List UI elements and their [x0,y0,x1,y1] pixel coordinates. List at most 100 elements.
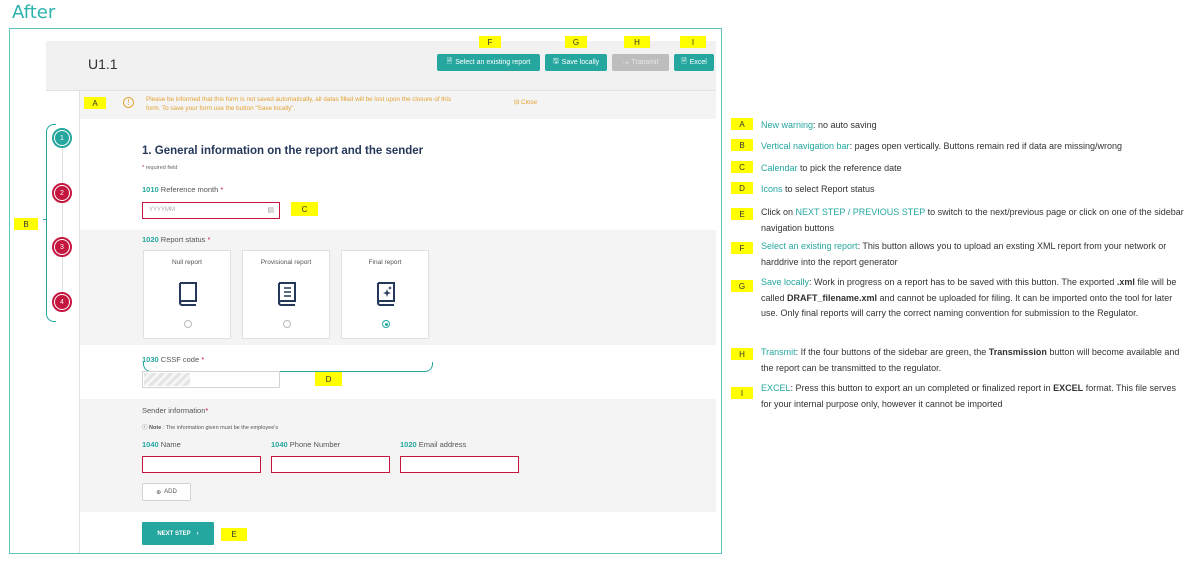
sender-email-input[interactable] [400,456,519,473]
legend-rest: : If the four buttons of the sidebar are… [795,347,989,357]
reference-month-placeholder: YYYYMM [149,207,176,213]
nav-step-3[interactable]: 3 [52,237,72,257]
report-status-label: 1020 Report status * [142,235,210,244]
book-icon [179,282,197,306]
form-header: U1.1 🗎 Select an existing report 🖫 Save … [46,41,716,91]
info-icon: ⓘ [142,425,150,431]
sender-title: Sender information* [142,406,208,415]
field-code: 1010 [142,185,159,194]
annotation-tag-e: E [221,528,247,541]
legend-tag: G [731,280,753,292]
legend-bold: Transmission [988,347,1047,357]
calendar-icon[interactable]: ▤ [267,206,274,214]
warning-banner: ! Please be informed that this form is n… [80,91,716,119]
status-radio[interactable] [283,320,291,328]
annotation-tag-c: C [291,202,318,216]
sender-title-text: Sender information [142,406,206,415]
nav-step-number: 3 [55,240,69,254]
legend-tag: H [731,348,753,360]
reference-month-label: 1010 Reference month * [142,185,223,194]
transmit-button[interactable]: ⇢ Transmit [612,54,669,71]
status-radio-selected[interactable] [382,320,390,328]
save-icon: 🖫 [552,58,559,65]
file-icon: 🗎 [446,58,453,65]
legend-rest: : Work in progress on a report has to be… [809,277,1117,287]
annotation-tag-f: F [479,36,501,48]
nav-step-1[interactable]: 1 [52,128,72,148]
legend-highlight: Vertical navigation bar [761,141,850,151]
required-star: * [199,355,205,364]
field-label: Email address [416,440,467,449]
field-code: 1040 [142,440,159,449]
transmit-label: Transmit [631,59,659,66]
legend-text: Vertical navigation bar: pages open vert… [761,139,1187,155]
cssf-code-readonly-fill [144,373,190,386]
form-screenshot-frame: U1.1 🗎 Select an existing report 🖫 Save … [9,28,722,554]
field-label: CSSF code [158,355,200,364]
field-label: Reference month [158,185,219,194]
save-locally-label: Save locally [561,59,600,66]
required-note: * required field [142,165,177,171]
next-step-button[interactable]: NEXT STEP › [142,522,214,545]
legend-highlight: EXCEL [761,383,791,393]
reference-month-input[interactable]: YYYYMM ▤ [142,202,280,219]
legend-highlight: Save locally [761,277,810,287]
annotation-tag-g: G [565,36,587,48]
legend-text: Calendar to pick the reference date [761,161,1187,177]
required-star: * [205,235,211,244]
nav-step-2[interactable]: 2 [52,183,72,203]
legend-tag: F [731,242,753,254]
status-card-provisional[interactable]: Provisional report [242,250,330,339]
select-existing-report-button[interactable]: 🗎 Select an existing report [437,54,540,71]
warning-close-label: Close [521,99,538,106]
nav-bracket-tick [43,219,47,220]
legend-text: Icons to select Report status [761,182,1187,198]
legend-tag: D [731,182,753,194]
annotation-tag-b: B [14,218,38,230]
save-locally-button[interactable]: 🖫 Save locally [545,54,607,71]
warning-line-1: Please be informed that this form is not… [146,96,452,103]
note-text: : The information given must be the empl… [161,425,279,431]
legend-rest: to select Report status [782,184,875,194]
legend-text: EXCEL: Press this button to export an un… [761,381,1187,412]
warning-close-button[interactable]: ⊟ Close [514,99,537,106]
add-sender-button[interactable]: ⊕ ADD [142,483,191,501]
select-existing-report-label: Select an existing report [455,59,531,66]
legend-bold: .xml [1116,277,1135,287]
sender-note: ⓘ Note : The information given must be t… [142,423,278,431]
legend-tag: I [731,387,753,399]
note-bold: Note [149,425,162,431]
legend-text: Select an existing report: This button a… [761,239,1187,270]
status-card-final[interactable]: Final report [341,250,429,339]
field-code: 1020 [142,235,159,244]
cssf-code-input[interactable] [142,371,280,388]
legend-rest: : no auto saving [813,120,877,130]
status-radio[interactable] [184,320,192,328]
legend-bold: EXCEL [1053,383,1084,393]
field-code: 1040 [271,440,288,449]
sender-email-label: 1020 Email address [400,440,466,449]
status-card-title: Null report [172,259,202,266]
nav-step-number: 4 [55,295,69,309]
transmit-icon: ⇢ [622,59,629,67]
status-card-null[interactable]: Null report [143,250,231,339]
legend-tag: B [731,139,753,151]
book-text-icon [278,282,296,306]
chevron-right-icon: › [196,530,199,537]
field-label: Report status [158,235,206,244]
sender-name-input[interactable] [142,456,261,473]
legend-highlight: Select an existing report [761,241,858,251]
field-label: Phone Number [287,440,341,449]
annotation-tag-d: D [315,372,342,386]
warning-text: Please be informed that this form is not… [146,95,511,113]
nav-bracket [46,124,56,322]
legend-highlight: Calendar [761,163,798,173]
legend-highlight: Transmit [761,347,796,357]
field-code: 1020 [400,440,417,449]
excel-button[interactable]: 🗎 Excel [674,54,714,71]
sender-name-label: 1040 Name [142,440,181,449]
nav-step-4[interactable]: 4 [52,292,72,312]
legend-tag: C [731,161,753,173]
sender-phone-input[interactable] [271,456,390,473]
required-star: * [218,185,224,194]
